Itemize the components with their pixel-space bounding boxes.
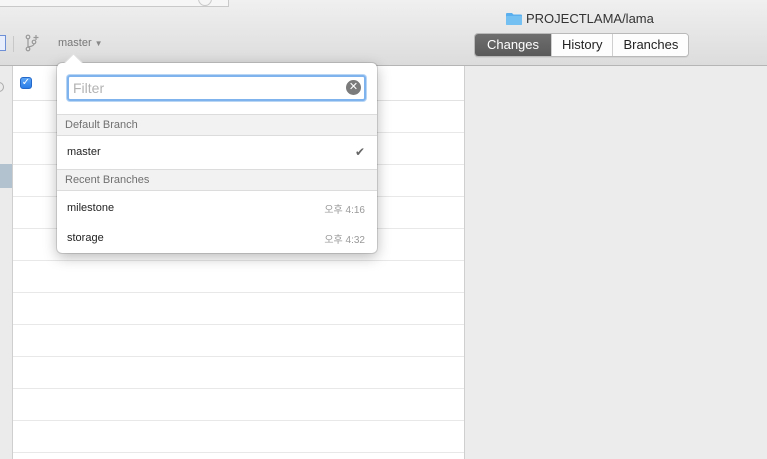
sidebar-selected-row[interactable] — [0, 164, 12, 188]
list-row-divider — [13, 388, 464, 389]
branch-name: milestone — [67, 202, 115, 214]
toolbar-divider — [13, 36, 14, 52]
background-window-edge — [0, 0, 229, 7]
list-row-divider — [13, 356, 464, 357]
chevron-down-icon: ▼ — [94, 38, 103, 48]
sidebar-status-icon — [0, 82, 4, 92]
branch-name: storage — [67, 232, 104, 244]
toolbar: PROJECTLAMA/lama master ▼ Changes Histor… — [0, 0, 767, 66]
list-row-divider — [13, 292, 464, 293]
filter-field: ✕ — [67, 75, 366, 101]
branch-name: master — [67, 146, 101, 158]
tab-branches[interactable]: Branches — [612, 34, 689, 56]
branch-time: 오후 4:32 — [324, 234, 365, 246]
checkmark-icon: ✔ — [354, 145, 365, 159]
background-window-control — [198, 0, 212, 6]
list-row-divider — [13, 452, 464, 453]
branch-dropdown: ✕ Default Branch master ✔ Recent Branche… — [57, 53, 377, 253]
repo-path: PROJECTLAMA/lama — [526, 10, 654, 26]
list-row-divider — [13, 260, 464, 261]
create-branch-icon[interactable] — [24, 34, 40, 52]
folder-icon — [506, 12, 522, 25]
view-switcher: Changes History Branches — [474, 33, 690, 57]
branch-time: 오후 4:16 — [324, 204, 365, 216]
filter-input[interactable] — [69, 77, 347, 99]
branch-item-storage[interactable]: storage 오후 4:32 — [57, 223, 377, 253]
clear-icon[interactable]: ✕ — [346, 80, 361, 95]
select-all-checkbox[interactable]: ✓ — [20, 77, 32, 89]
sidebar-toggle-button[interactable] — [0, 35, 6, 51]
section-header-recent: Recent Branches — [57, 169, 377, 191]
section-header-default: Default Branch — [57, 114, 377, 136]
list-row-divider — [13, 420, 464, 421]
detail-pane — [465, 66, 767, 459]
branch-item-master[interactable]: master ✔ — [57, 137, 377, 167]
tab-history[interactable]: History — [551, 34, 613, 56]
repo-title: PROJECTLAMA/lama — [506, 9, 654, 27]
sidebar — [0, 66, 13, 459]
branch-item-milestone[interactable]: milestone 오후 4:16 — [57, 193, 377, 223]
list-row-divider — [13, 324, 464, 325]
tab-changes[interactable]: Changes — [475, 34, 551, 56]
branch-menu-button[interactable]: master ▼ — [58, 36, 103, 50]
current-branch-label: master — [58, 37, 92, 49]
